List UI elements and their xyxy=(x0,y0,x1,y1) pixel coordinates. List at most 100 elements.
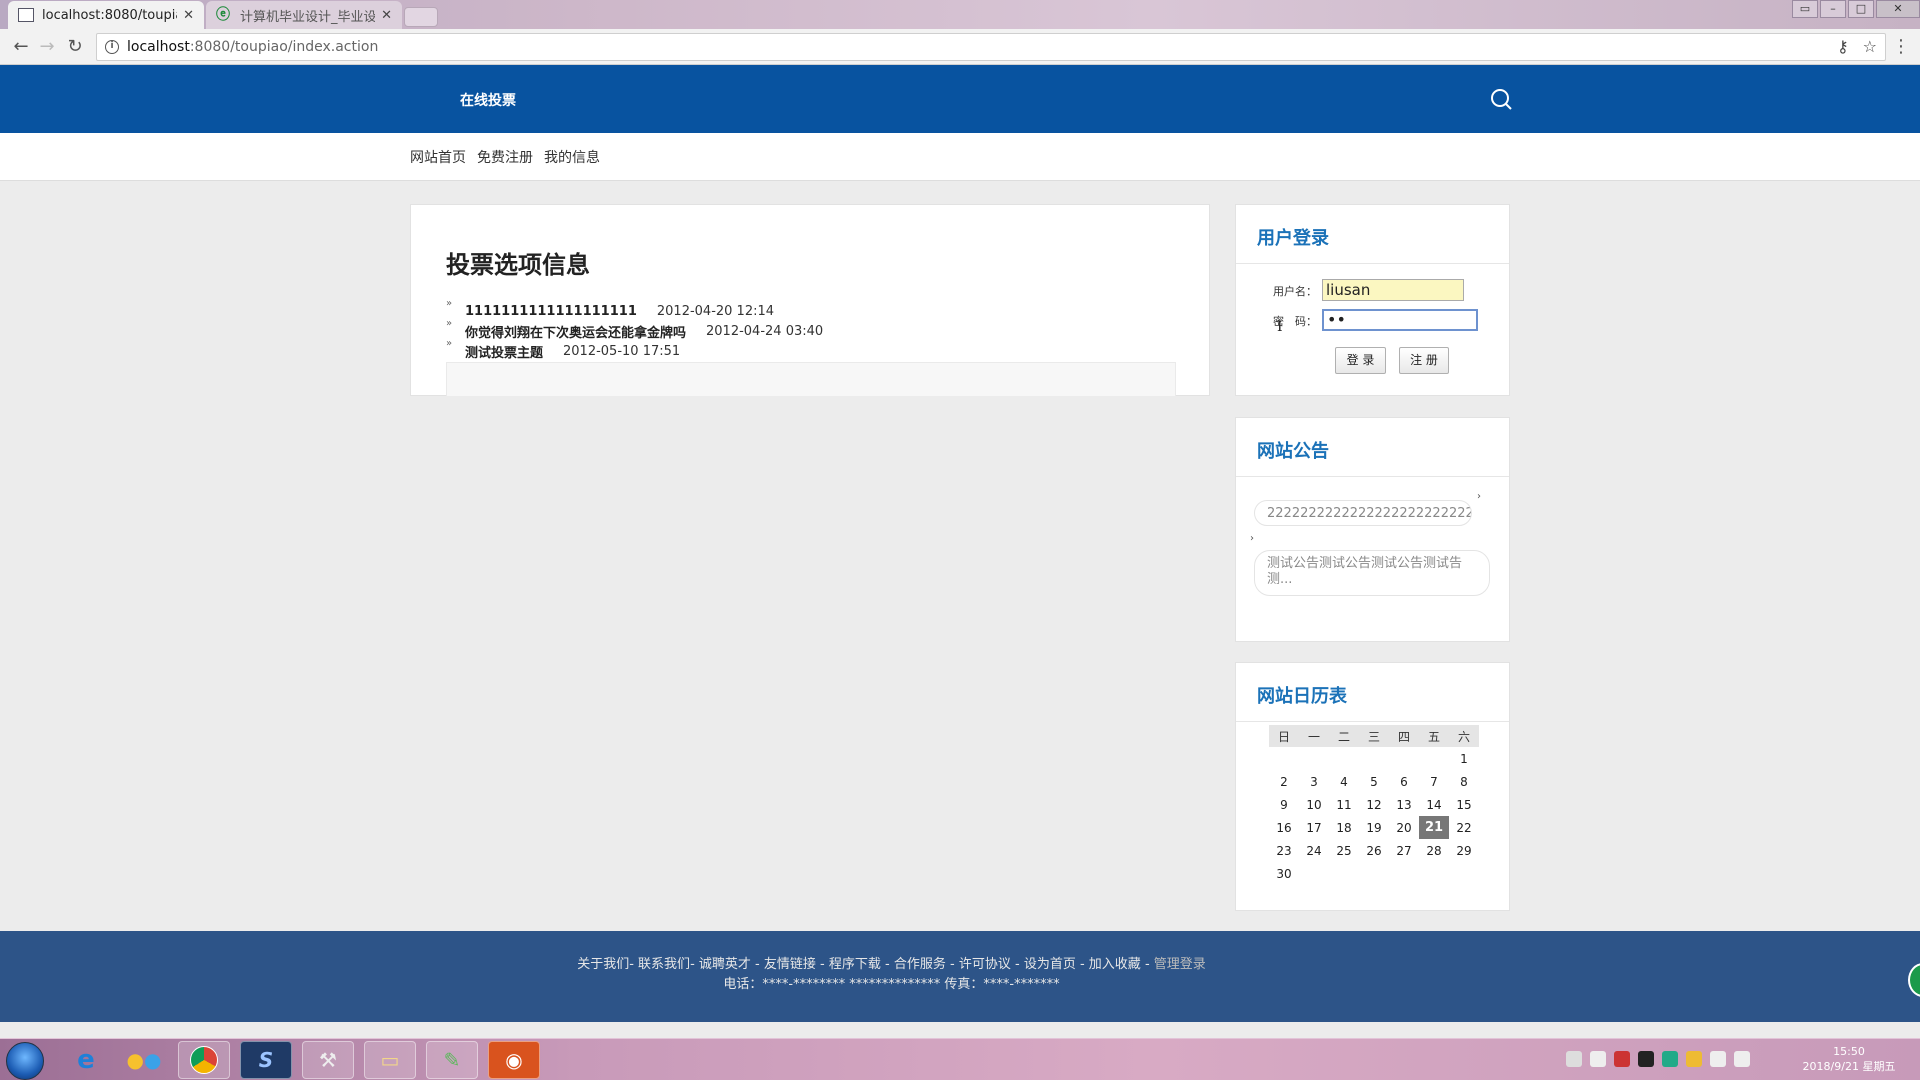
footer-separator: - xyxy=(1140,957,1154,972)
site-title[interactable]: 在线投票 xyxy=(460,90,516,110)
calendar-day[interactable]: 3 xyxy=(1299,770,1329,793)
calendar-day[interactable]: 5 xyxy=(1359,770,1389,793)
vote-title-link[interactable]: 测试投票主题 xyxy=(465,342,543,361)
editor-icon[interactable]: ✎ xyxy=(426,1041,478,1079)
calendar-day[interactable]: 13 xyxy=(1389,793,1419,816)
eclipse-s-icon[interactable]: S xyxy=(240,1041,292,1079)
ie-icon[interactable]: e xyxy=(60,1041,112,1079)
footer-separator: - xyxy=(750,957,764,972)
calendar-day[interactable]: 10 xyxy=(1299,793,1329,816)
calendar-day[interactable]: 12 xyxy=(1359,793,1389,816)
tray-app-icon[interactable] xyxy=(1686,1051,1702,1067)
forward-arrow-icon[interactable]: → xyxy=(36,36,58,58)
footer-link[interactable]: 设为首页 xyxy=(1024,957,1076,972)
footer-link[interactable]: 联系我们 xyxy=(638,957,690,972)
chevron-right-icon: › xyxy=(1250,533,1254,544)
login-button[interactable]: 登 录 xyxy=(1335,347,1386,374)
calendar-day[interactable]: 8 xyxy=(1449,770,1479,793)
reload-icon[interactable]: ↻ xyxy=(64,36,86,58)
calendar-day[interactable]: 28 xyxy=(1419,839,1449,862)
user-icon[interactable]: ▭ xyxy=(1792,0,1818,18)
footer-link[interactable]: 诚聘英才 xyxy=(699,957,751,972)
double-arrow-icon: » xyxy=(446,338,453,349)
register-button[interactable]: 注 册 xyxy=(1399,347,1449,374)
calendar-day[interactable]: 18 xyxy=(1329,816,1359,839)
username-field[interactable]: liusan xyxy=(1322,279,1464,301)
folder-icon[interactable]: ▭ xyxy=(364,1041,416,1079)
key-icon[interactable]: ⚷ xyxy=(1837,37,1849,56)
browser-toolbar: ← → ↻ i localhost:8080/toupiao/index.act… xyxy=(0,29,1920,65)
password-field[interactable]: •• xyxy=(1322,309,1478,331)
url-path: :8080/toupiao/index.action xyxy=(189,39,379,55)
calendar-day[interactable]: 4 xyxy=(1329,770,1359,793)
close-window-icon[interactable]: ✕ xyxy=(1876,0,1920,18)
footer-link[interactable]: 友情链接 xyxy=(764,957,816,972)
calendar-day[interactable]: 30 xyxy=(1269,862,1299,885)
color-app-icon[interactable]: ● ● xyxy=(118,1041,170,1079)
search-icon[interactable] xyxy=(1489,87,1513,111)
menu-dots-icon[interactable]: ⋮ xyxy=(1892,36,1910,57)
calendar-day[interactable]: 7 xyxy=(1419,770,1449,793)
flag-icon[interactable] xyxy=(1710,1051,1726,1067)
keyboard-icon[interactable] xyxy=(1566,1051,1582,1067)
maximize-icon[interactable]: □ xyxy=(1848,0,1874,18)
network-icon[interactable] xyxy=(1590,1051,1606,1067)
calendar-empty-cell xyxy=(1329,862,1359,885)
browser-tab-active[interactable]: localhost:8080/toupiao ✕ xyxy=(8,1,204,29)
chrome-icon[interactable] xyxy=(178,1041,230,1079)
footer-link[interactable]: 管理登录 xyxy=(1154,957,1206,972)
notice-item[interactable]: 2222222222222222222222222... xyxy=(1254,500,1472,526)
vote-title-link[interactable]: 你觉得刘翔在下次奥运会还能拿金牌吗 xyxy=(465,322,686,341)
nav-register-link[interactable]: 免费注册 xyxy=(477,147,533,167)
calendar-day[interactable]: 2 xyxy=(1269,770,1299,793)
calendar-day[interactable]: 23 xyxy=(1269,839,1299,862)
footer-link[interactable]: 许可协议 xyxy=(959,957,1011,972)
footer-link[interactable]: 合作服务 xyxy=(894,957,946,972)
back-arrow-icon[interactable]: ← xyxy=(10,36,32,58)
volume-icon[interactable] xyxy=(1734,1051,1750,1067)
double-arrow-icon: » xyxy=(446,298,453,309)
close-tab-icon[interactable]: ✕ xyxy=(381,8,392,23)
calendar-day[interactable]: 24 xyxy=(1299,839,1329,862)
calendar-day[interactable]: 20 xyxy=(1389,816,1419,839)
calendar-day[interactable]: 17 xyxy=(1299,816,1329,839)
calendar-day[interactable]: 6 xyxy=(1389,770,1419,793)
browser-tab-inactive[interactable]: ⓔ 计算机毕业设计_毕业设计 ✕ xyxy=(206,1,402,29)
user-login-panel: 用户登录 用户名： liusan 密 码： •• I 登 录 注 册 xyxy=(1235,204,1510,396)
calendar-day[interactable]: 9 xyxy=(1269,793,1299,816)
calendar-day[interactable]: 22 xyxy=(1449,816,1479,839)
calendar-day[interactable]: 29 xyxy=(1449,839,1479,862)
qq-icon[interactable] xyxy=(1638,1051,1654,1067)
calendar-day[interactable]: 19 xyxy=(1359,816,1389,839)
calendar-day[interactable]: 1 xyxy=(1449,747,1479,770)
vote-title-link[interactable]: 1111111111111111111 xyxy=(465,304,637,319)
calendar-empty-cell xyxy=(1269,747,1299,770)
footer-link[interactable]: 程序下载 xyxy=(829,957,881,972)
nav-my-info-link[interactable]: 我的信息 xyxy=(544,147,600,167)
bookmark-star-icon[interactable]: ☆ xyxy=(1863,37,1877,56)
notice-item[interactable]: 测试公告测试公告测试公告测试告测... xyxy=(1254,550,1490,596)
calendar-day[interactable]: 14 xyxy=(1419,793,1449,816)
new-tab-button[interactable] xyxy=(404,7,438,27)
calendar-day[interactable]: 16 xyxy=(1269,816,1299,839)
calendar-day[interactable]: 26 xyxy=(1359,839,1389,862)
footer-link[interactable]: 加入收藏 xyxy=(1089,957,1141,972)
address-bar[interactable]: i localhost:8080/toupiao/index.action ⚷ … xyxy=(96,33,1886,61)
calendar-day[interactable]: 25 xyxy=(1329,839,1359,862)
start-button-icon[interactable] xyxy=(6,1042,44,1080)
footer-link[interactable]: 关于我们 xyxy=(577,957,629,972)
calendar-day[interactable]: 15 xyxy=(1449,793,1479,816)
minimize-icon[interactable]: – xyxy=(1820,0,1846,18)
nav-home-link[interactable]: 网站首页 xyxy=(410,147,466,167)
system-clock[interactable]: 15:50 2018/9/21 星期五 xyxy=(1794,1044,1904,1074)
tray-app-icon[interactable] xyxy=(1614,1051,1630,1067)
calendar-day[interactable]: 11 xyxy=(1329,793,1359,816)
tray-app-icon[interactable] xyxy=(1662,1051,1678,1067)
calendar-day[interactable]: 27 xyxy=(1389,839,1419,862)
tools-icon[interactable]: ⚒ xyxy=(302,1041,354,1079)
calendar-day[interactable]: 21 xyxy=(1419,816,1449,839)
app-avatar-icon[interactable]: ◉ xyxy=(488,1041,540,1079)
calendar-empty-cell xyxy=(1359,747,1389,770)
close-tab-icon[interactable]: ✕ xyxy=(183,8,194,23)
info-icon[interactable]: i xyxy=(105,40,119,54)
